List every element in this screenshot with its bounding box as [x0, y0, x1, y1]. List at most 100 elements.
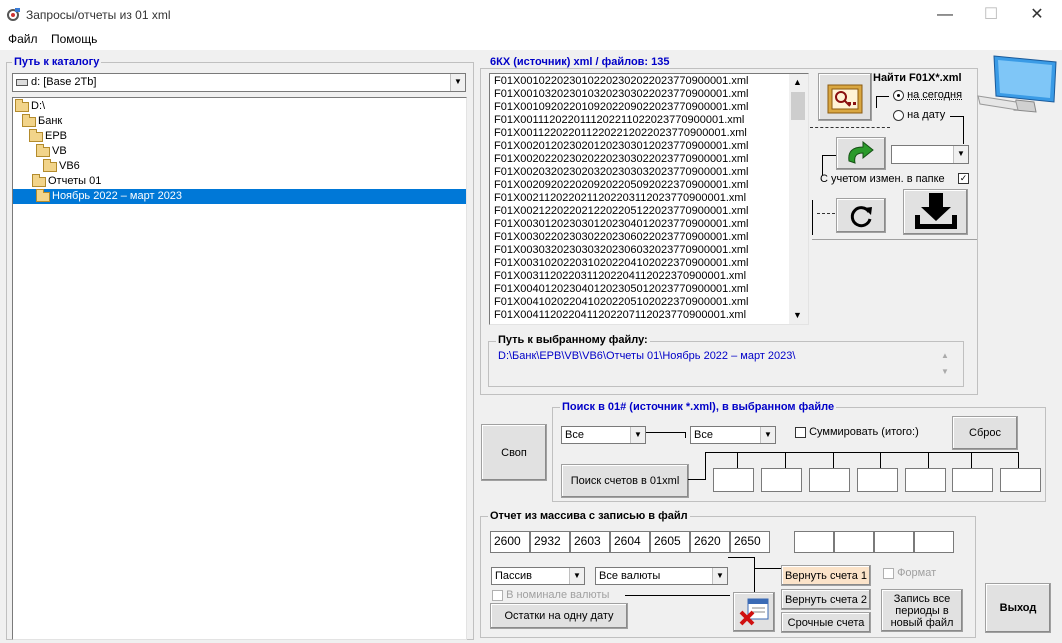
tree-item[interactable]: VB6 — [13, 158, 466, 174]
list-item[interactable]: F01X0021220220212202205122023770900001.x… — [494, 205, 808, 218]
list-item[interactable]: F01X0020920220209202205092022370900001.x… — [494, 179, 808, 192]
drive-icon — [16, 78, 28, 86]
radio-today[interactable]: на сегодня — [893, 89, 962, 101]
account-code-field[interactable]: 2603 — [570, 531, 610, 553]
path-scroll[interactable]: ▲ ▼ — [938, 348, 952, 384]
tree-item[interactable]: EPB — [13, 128, 466, 144]
report-group-title: Отчет из массива с записью в файл — [488, 510, 690, 522]
file-list-scrollbar[interactable]: ▲ ▼ — [789, 74, 808, 324]
balance-one-date-button[interactable]: Остатки на одну дату — [490, 603, 628, 629]
extra-code-field[interactable] — [874, 531, 914, 553]
account-code-field[interactable]: 2600 — [490, 531, 530, 553]
menu-file[interactable]: Файл — [8, 32, 38, 46]
minimize-button[interactable]: — — [922, 0, 968, 30]
extra-code-field[interactable] — [914, 531, 954, 553]
return-accounts-2-button[interactable]: Вернуть счета 2 — [781, 589, 871, 610]
svop-button[interactable]: Своп — [481, 424, 547, 481]
sum-checkbox[interactable]: Суммировать (итого:) — [795, 426, 919, 438]
computer-icon — [976, 52, 1060, 122]
scroll-thumb[interactable] — [791, 92, 805, 120]
account-code-field[interactable]: 2932 — [530, 531, 570, 553]
folder-tree[interactable]: D:\ Банк EPB VB VB6 Отчеты 01 Ноябрь 202… — [12, 97, 467, 640]
passive-select-value: Пассив — [495, 570, 533, 582]
tree-item[interactable]: Банк — [13, 113, 466, 129]
find-files-button[interactable] — [818, 73, 872, 121]
result-field[interactable] — [905, 468, 946, 492]
result-field[interactable] — [1000, 468, 1041, 492]
date-select[interactable]: ▼ — [891, 145, 969, 164]
result-field[interactable] — [761, 468, 802, 492]
record-all-periods-button[interactable]: Запись все периоды в новый файл — [881, 589, 963, 632]
account-code-field[interactable]: 2650 — [730, 531, 770, 553]
list-item[interactable]: F01X0020320230203202303032023770900001.x… — [494, 166, 808, 179]
list-item[interactable]: F01X0030120230301202304012023770900001.x… — [494, 218, 808, 231]
search-combo-2[interactable]: Все ▼ — [690, 426, 776, 444]
result-field[interactable] — [713, 468, 754, 492]
connector — [754, 557, 781, 569]
list-item[interactable]: F01X0030320230303202306032023770900001.x… — [494, 244, 808, 257]
connector — [785, 452, 786, 468]
find-accounts-button[interactable]: Поиск счетов в 01xml — [561, 464, 689, 498]
account-code-field[interactable]: 2620 — [690, 531, 730, 553]
exit-button[interactable]: Выход — [985, 583, 1051, 633]
extra-code-field[interactable] — [794, 531, 834, 553]
return-accounts-1-button[interactable]: Вернуть счета 1 — [781, 565, 871, 586]
list-item[interactable]: F01X0010220230102202302022023770900001.x… — [494, 75, 808, 88]
download-button[interactable] — [903, 189, 968, 235]
file-list[interactable]: F01X0010220230102202302022023770900001.x… — [489, 73, 809, 325]
download-icon — [914, 193, 957, 229]
list-item[interactable]: F01X0041120220411202207112023770900001.x… — [494, 309, 808, 322]
result-field[interactable] — [809, 468, 850, 492]
tree-item[interactable]: D:\ — [13, 98, 466, 114]
chevron-down-icon: ▼ — [630, 427, 645, 443]
folder-open-icon — [36, 188, 50, 202]
scroll-up-icon[interactable]: ▲ — [793, 77, 802, 87]
list-item[interactable]: F01X0030220230302202306022023770900001.x… — [494, 231, 808, 244]
window-title: Запросы/отчеты из 01 xml — [26, 8, 171, 22]
list-item[interactable]: F01X0040120230401202305012023770900001.x… — [494, 283, 808, 296]
date-connector — [950, 116, 964, 144]
radio-date-indicator — [893, 109, 904, 121]
menu-help[interactable]: Помощь — [51, 32, 97, 46]
list-item[interactable]: F01X0021120220211202203112023770900001.x… — [494, 192, 808, 205]
tree-item[interactable]: Отчеты 01 — [13, 173, 466, 189]
delete-button[interactable] — [733, 592, 775, 632]
tree-item-selected[interactable]: Ноябрь 2022 – март 2023 — [13, 188, 466, 204]
account-code-field[interactable]: 2605 — [650, 531, 690, 553]
nominal-checkbox[interactable]: В номинале валюты — [492, 589, 609, 601]
connector — [728, 557, 755, 593]
list-item[interactable]: F01X0020220230202202303022023770900001.x… — [494, 153, 808, 166]
urgent-accounts-button[interactable]: Срочные счета — [781, 612, 871, 633]
folder-icon — [29, 128, 43, 142]
list-item[interactable]: F01X0020120230201202303012023770900001.x… — [494, 140, 808, 153]
account-code-field[interactable]: 2604 — [610, 531, 650, 553]
refresh-changes-button[interactable] — [836, 137, 886, 170]
close-button[interactable]: ✕ — [1014, 0, 1060, 30]
folder-icon — [43, 158, 57, 172]
radio-date[interactable]: на дату — [893, 109, 945, 121]
drive-select[interactable]: d: [Base 2Tb] ▼ — [12, 73, 466, 92]
result-field[interactable] — [857, 468, 898, 492]
connector — [928, 452, 929, 468]
passive-select[interactable]: Пассив ▼ — [491, 567, 585, 585]
list-item[interactable]: F01X0010920220109202209022023770900001.x… — [494, 101, 808, 114]
list-item[interactable]: F01X0041020220410202205102022370900001.x… — [494, 296, 808, 309]
reload-button[interactable] — [836, 198, 886, 233]
result-field[interactable] — [952, 468, 993, 492]
list-item[interactable]: F01X0031120220311202204112022370900001.x… — [494, 270, 808, 283]
changes-checkbox[interactable]: ✓ — [958, 173, 969, 184]
list-item[interactable]: F01X0011220220112202212022023770900001.x… — [494, 127, 808, 140]
scroll-down-icon[interactable]: ▼ — [793, 310, 802, 320]
find-connector — [876, 96, 889, 108]
format-checkbox[interactable]: Формат — [883, 567, 936, 579]
reset-button[interactable]: Сброс — [952, 416, 1018, 450]
extra-code-field[interactable] — [834, 531, 874, 553]
currency-select[interactable]: Все валюты ▼ — [595, 567, 728, 585]
list-item[interactable]: F01X0031020220310202204102022370900001.x… — [494, 257, 808, 270]
list-item[interactable]: F01X0010320230103202303022023770900001.x… — [494, 88, 808, 101]
search-combo-1[interactable]: Все ▼ — [561, 426, 646, 444]
tree-item[interactable]: VB — [13, 143, 466, 159]
folder-search-icon — [827, 84, 863, 114]
list-item[interactable]: F01X0011120220111202211022023770900001.x… — [494, 114, 808, 127]
maximize-button[interactable]: ☐ — [968, 0, 1014, 30]
